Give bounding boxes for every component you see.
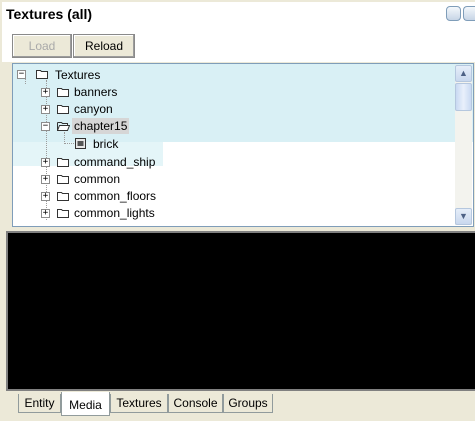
tree-label: common_lights — [74, 206, 155, 220]
reload-button[interactable]: Reload — [73, 34, 135, 58]
expand-icon[interactable]: + — [41, 209, 50, 218]
folder-icon — [57, 175, 69, 184]
folder-icon — [57, 105, 69, 114]
tree-scrollbar[interactable]: ▲ ▼ — [455, 65, 472, 225]
tab-textures[interactable]: Textures — [110, 394, 168, 413]
preview-panel — [6, 231, 475, 391]
expand-icon[interactable]: + — [41, 158, 50, 167]
tab-groups[interactable]: Groups — [223, 394, 273, 413]
open-folder-icon — [57, 122, 70, 131]
tree-label: command_ship — [74, 155, 156, 169]
collapse-icon[interactable]: − — [41, 122, 50, 131]
bottom-tab-bar: Entity Media Textures Console Groups — [0, 391, 475, 421]
folder-icon — [36, 70, 48, 79]
tab-entity[interactable]: Entity — [18, 394, 61, 413]
scroll-up-icon[interactable]: ▲ — [455, 65, 472, 82]
folder-icon — [57, 192, 69, 201]
tree-label: Textures — [55, 68, 101, 82]
scroll-down-icon[interactable]: ▼ — [455, 208, 472, 225]
folder-icon — [57, 209, 69, 218]
tab-media[interactable]: Media — [61, 392, 110, 416]
tree-label: banners — [74, 85, 118, 99]
title-bar: Textures (all) — [2, 2, 475, 26]
close-icon[interactable] — [463, 6, 475, 21]
expand-icon[interactable]: + — [41, 88, 50, 97]
scroll-thumb[interactable] — [455, 83, 472, 111]
image-file-icon — [75, 138, 86, 149]
load-button[interactable]: Load — [12, 34, 72, 58]
toolbar: Load Reload — [2, 26, 475, 62]
texture-tree[interactable]: − Textures + banners + canyon − chapter1… — [12, 63, 474, 227]
tree-label: chapter15 — [72, 118, 130, 134]
folder-icon — [57, 88, 69, 97]
tab-console[interactable]: Console — [168, 394, 223, 413]
tree-item-chapter15[interactable]: − chapter15 — [41, 118, 181, 134]
folder-icon — [57, 158, 69, 167]
expand-icon[interactable]: + — [41, 175, 50, 184]
tree-label: brick — [93, 137, 119, 151]
tree-label: common_floors — [74, 189, 157, 203]
collapse-icon[interactable]: − — [17, 70, 26, 79]
expand-icon[interactable]: + — [41, 105, 50, 114]
expand-icon[interactable]: + — [41, 192, 50, 201]
textures-window: Textures (all) Load Reload − Textures + … — [0, 0, 475, 421]
tree-label: common — [74, 172, 121, 186]
tree-label: canyon — [74, 102, 113, 116]
minimize-icon[interactable] — [446, 6, 461, 21]
window-title: Textures (all) — [6, 6, 93, 22]
